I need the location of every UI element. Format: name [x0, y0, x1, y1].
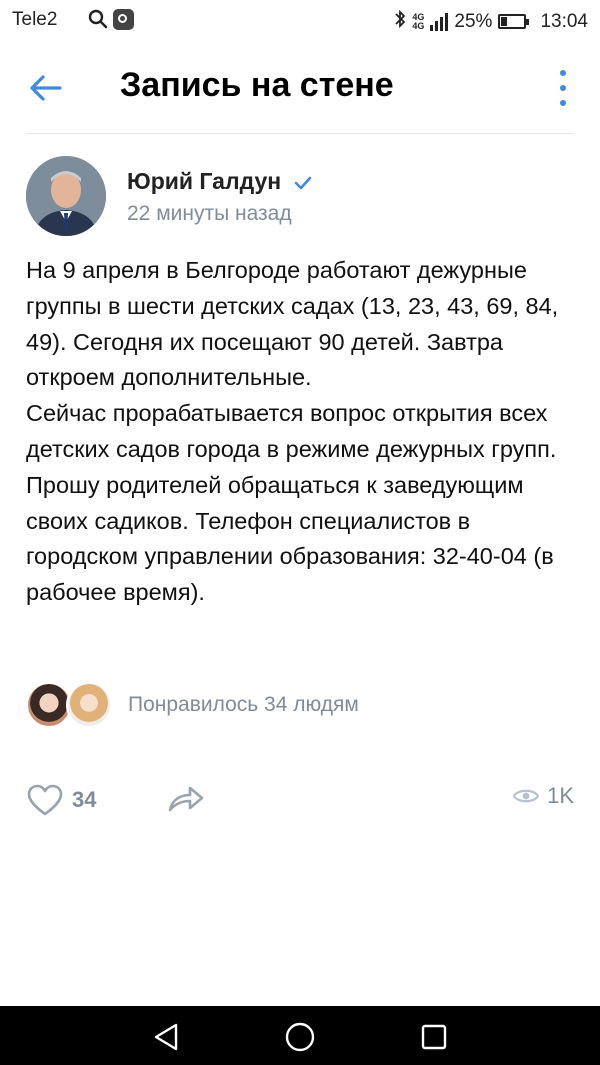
search-icon	[88, 9, 108, 35]
share-button[interactable]	[166, 780, 210, 820]
post-paragraph-1: На 9 апреля в Белгороде работают дежурны…	[26, 257, 559, 391]
header-divider	[26, 133, 574, 134]
square-recent-icon	[421, 1024, 447, 1050]
nav-home-button[interactable]	[283, 1020, 317, 1054]
circle-home-icon	[285, 1022, 315, 1052]
post-text: На 9 апреля в Белгороде работают дежурны…	[26, 253, 574, 611]
page-title: Запись на стене	[120, 66, 394, 104]
author-name[interactable]: Юрий Галдун	[127, 168, 312, 196]
more-vertical-icon	[560, 70, 566, 76]
share-arrow-icon	[168, 786, 204, 812]
status-indicators: 4G 4G 25% 13:04	[394, 9, 588, 34]
status-time: 13:04	[540, 10, 588, 32]
liker-avatar	[66, 682, 112, 728]
views-count: 1K	[547, 783, 574, 808]
status-bar: Tele2 4G 4G 25% 13:04	[0, 0, 600, 40]
likes-summary[interactable]: Понравилось 34 людям	[128, 693, 359, 717]
screen: Tele2 4G 4G 25% 13:04 Запись на стене Юр…	[0, 0, 600, 1065]
system-nav-bar	[0, 1006, 600, 1065]
like-count: 34	[72, 787, 97, 812]
nav-back-button[interactable]	[150, 1020, 184, 1054]
nav-recent-button[interactable]	[419, 1022, 449, 1052]
triangle-back-icon	[154, 1023, 178, 1051]
arrow-left-icon	[30, 75, 62, 101]
battery-percent: 25%	[454, 10, 493, 32]
app-header: Запись на стене	[0, 50, 600, 130]
app-notification-icon	[113, 9, 134, 30]
checkmark-icon	[294, 169, 312, 196]
network-type-2: 4G	[412, 20, 425, 31]
carrier-name: Tele2	[12, 9, 58, 30]
eye-icon	[513, 789, 540, 803]
author-name-text: Юрий Галдун	[127, 168, 282, 194]
liker-avatars[interactable]	[26, 682, 116, 730]
bluetooth-icon	[394, 9, 406, 34]
signal-icon	[430, 12, 449, 31]
post-time[interactable]: 22 минуты назад	[127, 202, 292, 226]
heart-icon	[27, 784, 63, 816]
author-avatar[interactable]	[26, 156, 106, 236]
like-button[interactable]: 34	[26, 780, 96, 820]
network-type: 4G 4G	[412, 12, 425, 31]
post-paragraph-2: Сейчас прорабатывается вопрос открытия в…	[26, 400, 557, 606]
more-button[interactable]	[548, 70, 578, 106]
battery-icon	[498, 14, 530, 29]
views-counter: 1K	[513, 783, 574, 809]
back-button[interactable]	[26, 68, 66, 108]
